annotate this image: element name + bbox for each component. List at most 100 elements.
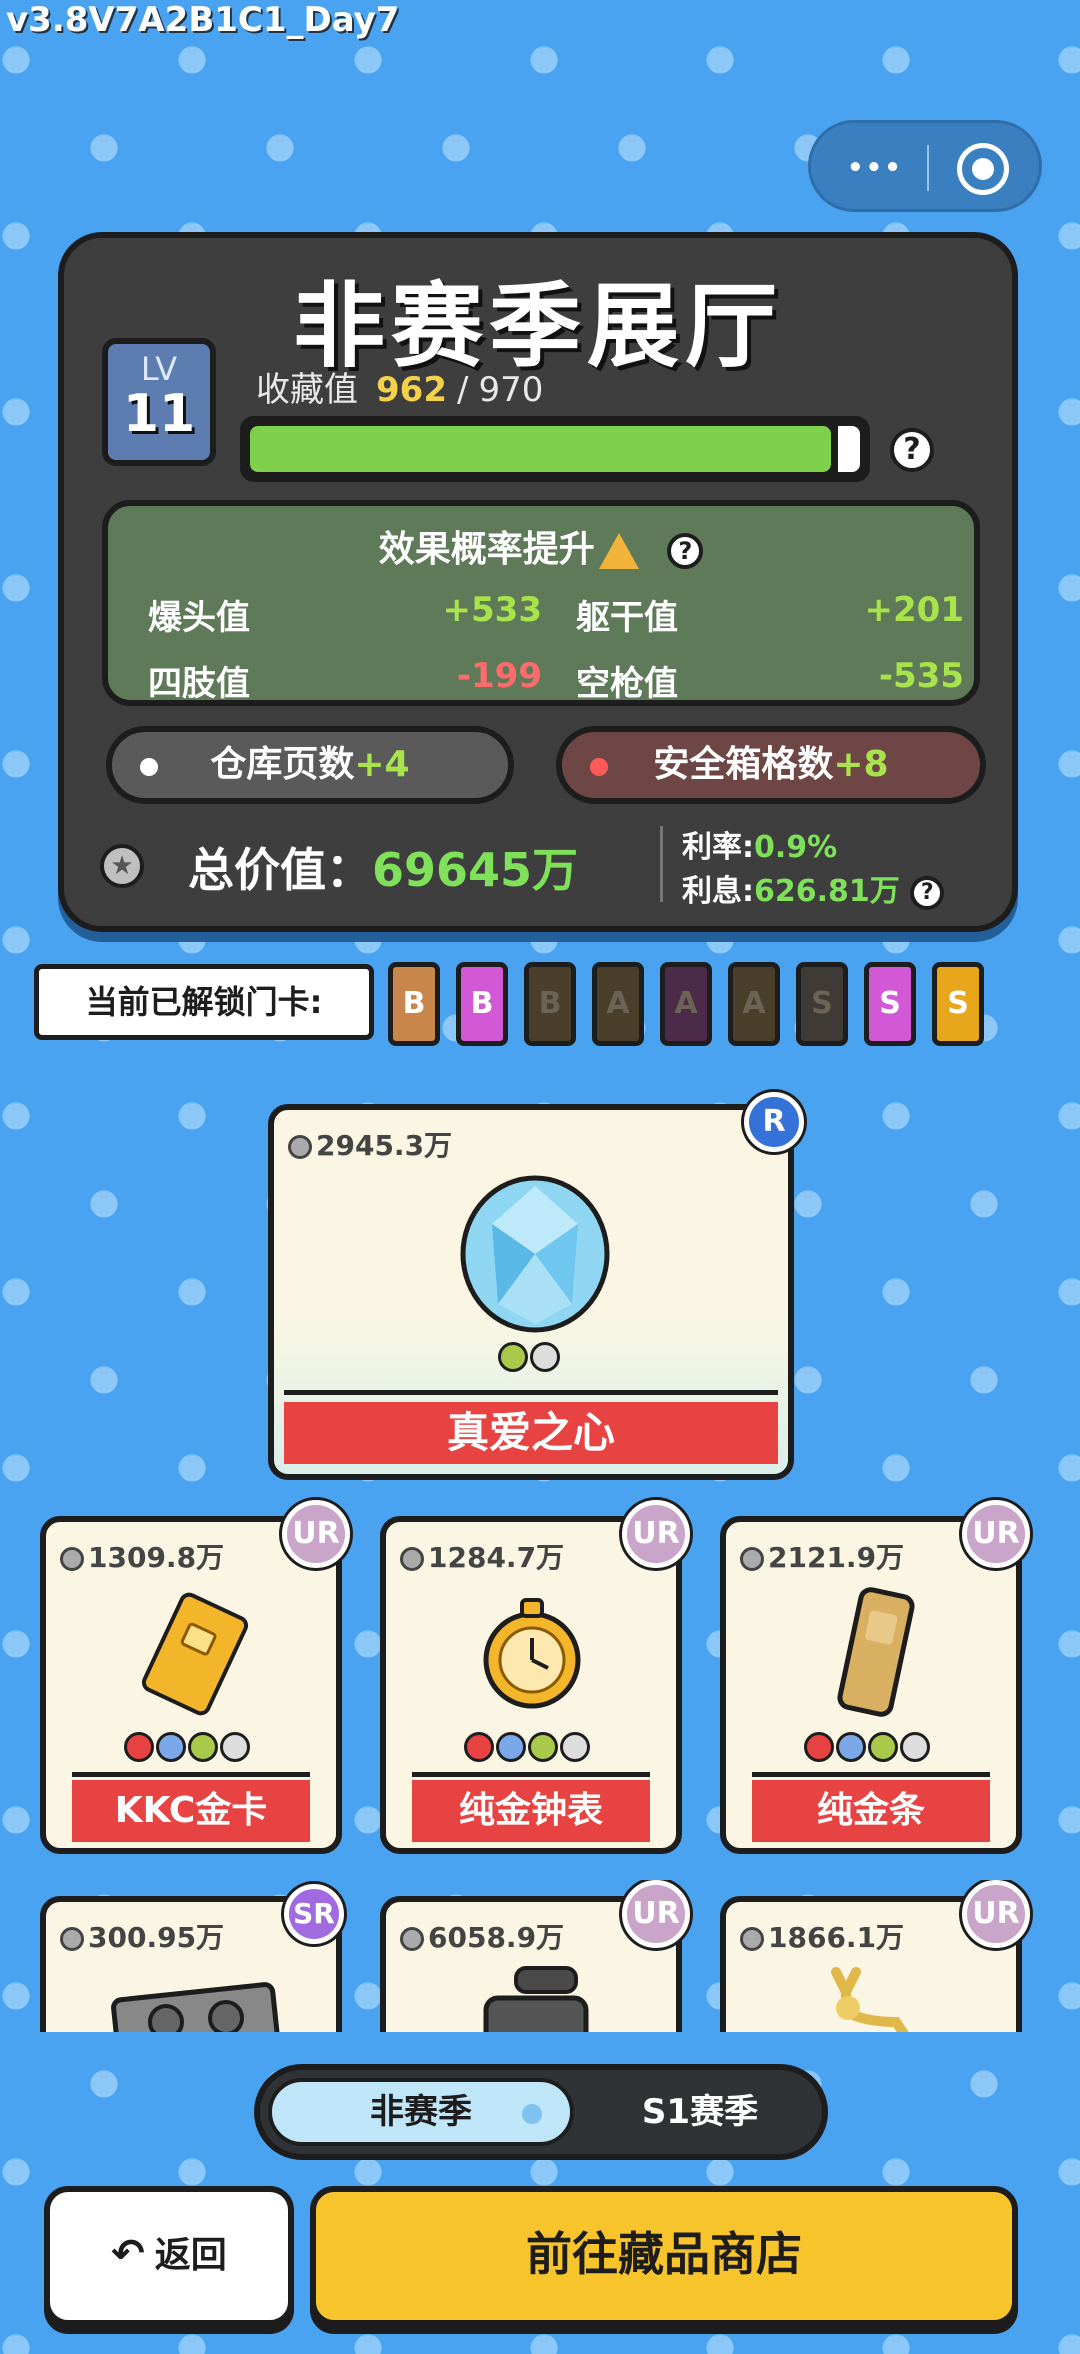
keycard-a-3[interactable]: A: [728, 962, 780, 1046]
diamond-heart-icon: [460, 1175, 610, 1333]
warehouse-dot-icon: [140, 758, 158, 776]
progress-fill: [250, 426, 831, 472]
card-divider: [284, 1390, 778, 1395]
total-label: 总价值：: [188, 843, 372, 897]
featured-item-card[interactable]: 2945.3万 真爱之心: [268, 1104, 794, 1480]
level-value: 11: [122, 384, 196, 444]
attribute-icons: [498, 1342, 562, 1376]
item-price: 300.95万: [60, 1916, 224, 1956]
item-card[interactable]: 1284.7万 纯金钟表: [380, 1516, 682, 1854]
interest-rate: 利率:0.9%: [682, 822, 837, 866]
total-amount: 69645万: [372, 843, 579, 897]
camera-icon: [483, 1966, 589, 2032]
item-card[interactable]: 2121.9万 纯金条: [720, 1516, 1022, 1854]
item-grid-row-clipped: 300.95万 SR 6058.9万 UR 1866.1万 UR: [0, 1880, 1080, 2032]
go-to-shop-button[interactable]: 前往藏品商店: [310, 2186, 1018, 2326]
collection-sep: /: [456, 370, 469, 410]
rarity-badge-ur: UR: [962, 1500, 1030, 1568]
stat-label-miss: 空枪值: [576, 664, 678, 704]
safebox-label: 安全箱格数: [653, 744, 834, 785]
season-tabs: 非赛季 S1赛季: [254, 2064, 828, 2160]
item-price: 6058.9万: [400, 1916, 564, 1956]
back-button[interactable]: ↶ 返回: [44, 2186, 294, 2326]
rarity-badge-r: R: [744, 1092, 804, 1152]
item-price: 2121.9万: [740, 1536, 904, 1576]
warning-triangle-icon: [598, 533, 639, 569]
progress-cap: [838, 426, 860, 472]
item-price: 1309.8万: [60, 1536, 224, 1576]
back-arrow-icon: ↶: [111, 2231, 145, 2277]
tab-off-season[interactable]: 非赛季: [268, 2078, 574, 2146]
triangle-attr-icon: [498, 1342, 528, 1372]
rarity-badge-ur: UR: [282, 1500, 350, 1568]
attribute-icons: [464, 1732, 592, 1766]
mini-program-capsule: •••: [808, 120, 1042, 212]
interest-value: 626.81万: [754, 874, 900, 909]
gold-bar-icon: [837, 1587, 915, 1717]
safebox-dot-icon: [590, 758, 608, 776]
coin-icon: [288, 1135, 312, 1159]
keycard-a-2[interactable]: A: [660, 962, 712, 1046]
price-text: 1309.8万: [88, 1541, 225, 1574]
back-label: 返回: [154, 2235, 227, 2276]
warehouse-plus: +4: [354, 744, 410, 785]
rarity-badge-ur: UR: [622, 1500, 690, 1568]
keycard-b-1[interactable]: B: [388, 962, 440, 1046]
stat-value-limbs: -199: [456, 656, 542, 696]
keycard-s-3[interactable]: S: [932, 962, 984, 1046]
collection-label: 收藏值: [256, 370, 358, 410]
stat-label-limbs: 四肢值: [148, 664, 250, 704]
rate-label: 利率:: [682, 830, 754, 865]
stat-label-headshot: 爆头值: [148, 598, 250, 638]
effect-help-icon[interactable]: ?: [667, 533, 704, 569]
item-card[interactable]: 1309.8万 KKC金卡: [40, 1516, 342, 1854]
effect-box: 效果概率提升 ? 爆头值 +533 躯干值 +201 四肢值 -199 空枪值 …: [102, 500, 980, 706]
level-label: LV: [140, 350, 178, 388]
capsule-divider: [927, 145, 929, 191]
version-label: v3.8V7A2B1C1_Day7: [6, 0, 400, 40]
stat-value-miss: -535: [878, 656, 964, 696]
coin-icon: [400, 1547, 424, 1571]
card-divider: [72, 1772, 310, 1777]
gold-card-icon: [141, 1592, 249, 1716]
target-circle-icon[interactable]: [957, 143, 1009, 195]
tab-off-season-label: 非赛季: [370, 2092, 472, 2132]
card-divider: [752, 1772, 990, 1777]
stat-value-torso: +201: [864, 590, 964, 630]
collection-value: 收藏值 962/970: [256, 362, 543, 411]
price-text: 300.95万: [88, 1921, 225, 1954]
keycard-b-3[interactable]: B: [524, 962, 576, 1046]
price-text: 1284.7万: [428, 1541, 565, 1574]
keycard-s-2[interactable]: S: [864, 962, 916, 1046]
keycard-a-1[interactable]: A: [592, 962, 644, 1046]
interest-help-icon[interactable]: ?: [910, 875, 945, 910]
rate-value: 0.9%: [754, 830, 838, 865]
rarity-badge-ur: UR: [622, 1880, 690, 1948]
coin-icon: ★: [100, 844, 144, 888]
help-icon[interactable]: ?: [890, 428, 934, 472]
warehouse-pages-pill: 仓库页数+4: [106, 726, 514, 804]
tab-s1-season[interactable]: S1赛季: [590, 2078, 810, 2146]
coin-icon: [60, 1927, 84, 1951]
coin-icon: [60, 1547, 84, 1571]
more-dots-icon[interactable]: •••: [847, 153, 903, 183]
keycard-b-2[interactable]: B: [456, 962, 508, 1046]
warehouse-label: 仓库页数: [210, 744, 355, 785]
rarity-badge-sr: SR: [284, 1884, 344, 1944]
level-badge: LV 11: [102, 338, 216, 466]
divider: [660, 826, 663, 902]
rarity-badge-ur: UR: [962, 1880, 1030, 1948]
item-name: 纯金条: [752, 1780, 990, 1842]
graphics-card-icon: [111, 1982, 281, 2032]
collection-max: 970: [478, 370, 544, 410]
interest-label: 利息:: [682, 874, 754, 909]
price-text: 2121.9万: [768, 1541, 905, 1574]
price-text: 6058.9万: [428, 1921, 565, 1954]
diamond-attr-icon: [530, 1342, 560, 1372]
coin-icon: [400, 1927, 424, 1951]
gallery-panel: 非赛季展厅 LV 11 收藏值 962/970 ? 效果概率提升 ? 爆头值 +5…: [58, 232, 1018, 932]
keycard-s-1[interactable]: S: [796, 962, 848, 1046]
collection-current: 962: [376, 370, 447, 410]
item-name: 纯金钟表: [412, 1780, 650, 1842]
selected-dot-icon: [522, 2104, 542, 2124]
